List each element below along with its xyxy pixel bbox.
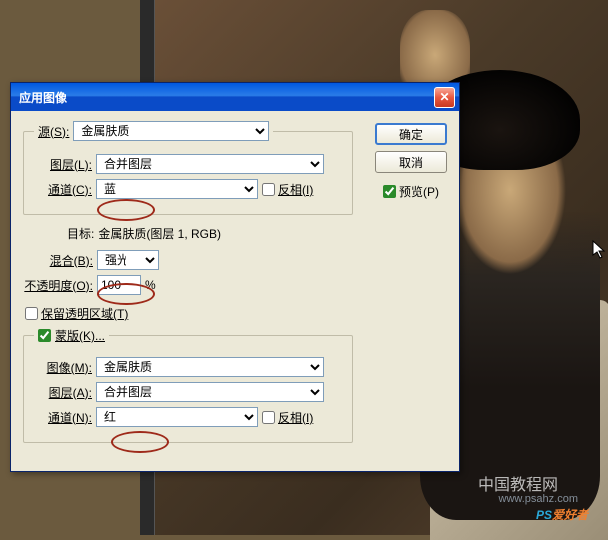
mask-image-label: 图像(M): — [34, 359, 92, 376]
blend-row: 混合(B): 强光 — [23, 250, 447, 270]
mouse-cursor — [592, 240, 606, 260]
target-value: 金属肤质(图层 1, RGB) — [98, 225, 221, 242]
preview-checkbox[interactable] — [383, 185, 396, 198]
source-label: 源(S): — [38, 123, 69, 140]
target-row: 目标: 金属肤质(图层 1, RGB) — [67, 225, 447, 242]
blend-select[interactable]: 强光 — [97, 250, 159, 270]
preserve-transparency-row[interactable]: 保留透明区域(T) — [25, 305, 128, 322]
watermark-text-1: 中国教程网 — [478, 471, 558, 495]
dialog-body: 确定 取消 预览(P) 源(S): 金属肤质 图层(L): 合并图层 通道 — [11, 111, 459, 463]
mask-checkbox[interactable] — [38, 329, 51, 342]
opacity-suffix: % — [145, 278, 156, 292]
preserve-transparency-label: 保留透明区域(T) — [41, 305, 128, 322]
mask-image-select[interactable]: 金属肤质 — [96, 357, 324, 377]
mask-layer-label: 图层(A): — [34, 384, 92, 401]
source-invert-checkbox[interactable] — [262, 183, 275, 196]
mask-channel-label: 通道(N): — [34, 409, 92, 426]
source-invert-label: 反相(I) — [278, 181, 313, 198]
opacity-label: 不透明度(O): — [23, 277, 93, 294]
mask-channel-select[interactable]: 红 — [96, 407, 258, 427]
close-button[interactable]: ✕ — [434, 87, 455, 108]
opacity-row: 不透明度(O): % — [23, 275, 447, 295]
apply-image-dialog: 应用图像 ✕ 确定 取消 预览(P) 源(S): 金属肤质 图层(L): — [10, 82, 460, 472]
mask-legend-label: 蒙版(K)... — [55, 327, 105, 344]
opacity-input[interactable] — [97, 275, 141, 295]
watermark-logo: PS爱好者 — [536, 502, 588, 525]
mask-legend[interactable]: 蒙版(K)... — [34, 327, 109, 344]
source-layer-label: 图层(L): — [34, 156, 92, 173]
watermark-ps: PS — [536, 508, 552, 522]
mask-group: 蒙版(K)... 图像(M): 金属肤质 图层(A): 合并图层 通道(N): … — [23, 327, 353, 443]
preview-checkbox-row[interactable]: 预览(P) — [383, 183, 439, 200]
blend-label: 混合(B): — [23, 252, 93, 269]
preview-label: 预览(P) — [399, 183, 439, 200]
source-select[interactable]: 金属肤质 — [73, 121, 269, 141]
mask-invert-checkbox[interactable] — [262, 411, 275, 424]
cancel-button[interactable]: 取消 — [375, 151, 447, 173]
mask-invert-label: 反相(I) — [278, 409, 313, 426]
source-legend: 源(S): 金属肤质 — [34, 121, 273, 141]
dialog-side-buttons: 确定 取消 预览(P) — [375, 123, 447, 200]
source-channel-label: 通道(C): — [34, 181, 92, 198]
source-group: 源(S): 金属肤质 图层(L): 合并图层 通道(C): 蓝 反相(I) — [23, 121, 353, 215]
ok-button[interactable]: 确定 — [375, 123, 447, 145]
preserve-transparency-checkbox[interactable] — [25, 307, 38, 320]
target-label: 目标: — [67, 225, 94, 242]
mask-layer-select[interactable]: 合并图层 — [96, 382, 324, 402]
source-invert-row[interactable]: 反相(I) — [262, 181, 313, 198]
watermark-rest: 爱好者 — [552, 508, 588, 522]
close-icon: ✕ — [439, 90, 449, 104]
dialog-title: 应用图像 — [19, 89, 434, 106]
source-layer-select[interactable]: 合并图层 — [96, 154, 324, 174]
dialog-titlebar[interactable]: 应用图像 ✕ — [11, 83, 459, 111]
mask-invert-row[interactable]: 反相(I) — [262, 409, 313, 426]
source-channel-select[interactable]: 蓝 — [96, 179, 258, 199]
